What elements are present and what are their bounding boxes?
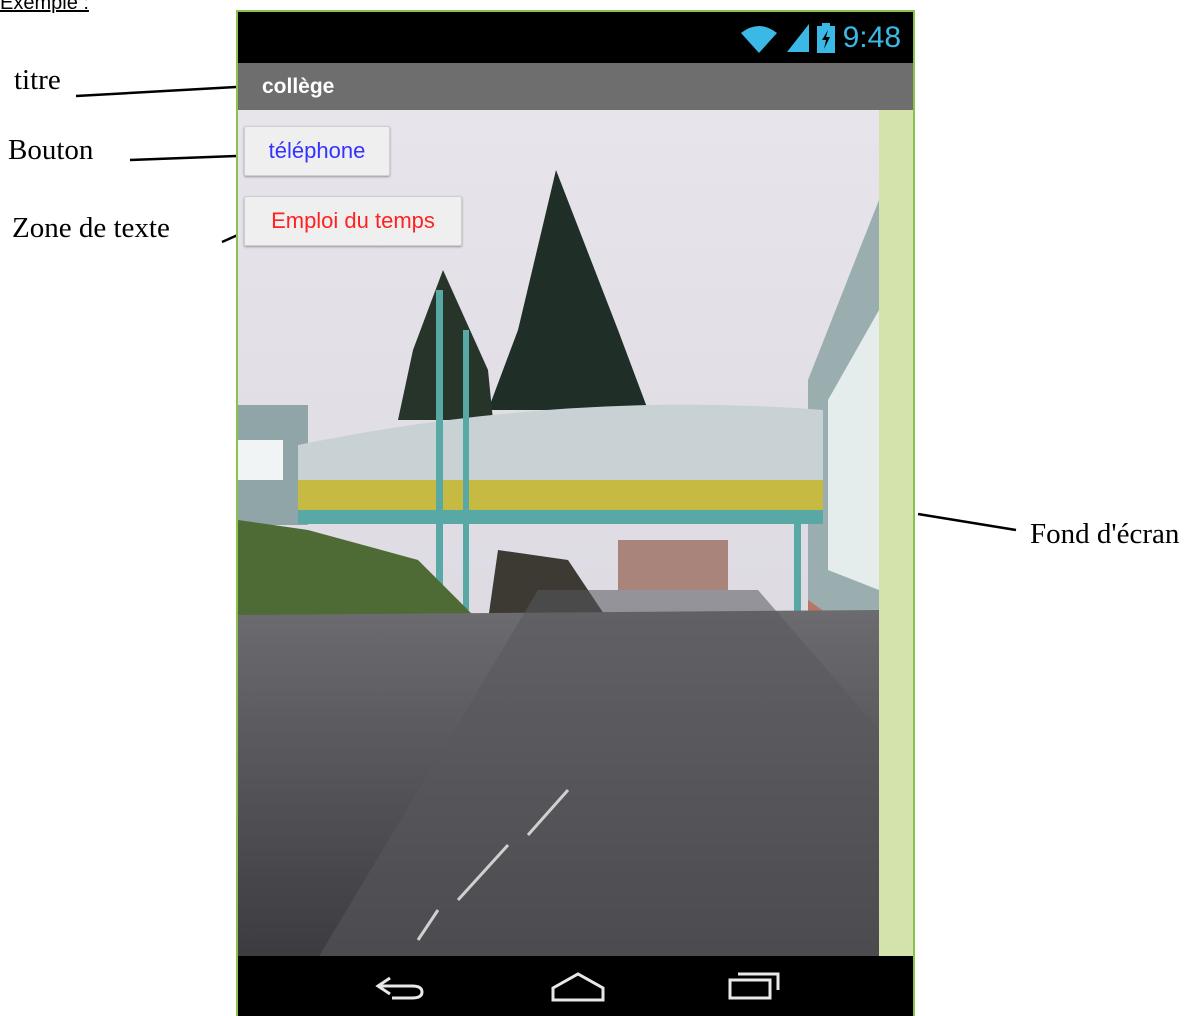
annotation-titre: titre <box>14 64 61 96</box>
signal-icon <box>786 24 809 52</box>
pointer-line-fond-ecran <box>917 512 1017 532</box>
status-clock: 9:48 <box>842 21 901 54</box>
home-icon[interactable] <box>548 970 608 1004</box>
navigation-bar <box>238 956 913 1016</box>
annotation-zone-texte: Zone de texte <box>12 212 170 244</box>
emploi-du-temps-button[interactable]: Emploi du temps <box>244 196 462 246</box>
app-title: collège <box>262 75 335 98</box>
recent-apps-icon[interactable] <box>726 970 782 1002</box>
annotation-fond-ecran: Fond d'écran <box>1030 518 1180 550</box>
telephone-button-label: téléphone <box>268 138 366 163</box>
heading: Exemple : <box>0 0 89 14</box>
status-bar: 9:48 <box>238 12 913 63</box>
pointer-line-titre <box>75 85 237 98</box>
title-bar: collège <box>238 63 913 110</box>
telephone-button[interactable]: téléphone <box>244 126 390 176</box>
wifi-icon <box>740 26 777 53</box>
back-icon[interactable] <box>370 972 430 1002</box>
emploi-du-temps-button-label: Emploi du temps <box>271 208 435 233</box>
screen-content: téléphone Emploi du temps <box>238 110 913 958</box>
phone-screen: 9:48 collège téléphone Emploi du temps <box>236 10 915 1016</box>
battery-charging-icon <box>816 23 835 53</box>
annotation-bouton: Bouton <box>8 134 94 166</box>
pointer-line-bouton <box>129 154 237 162</box>
